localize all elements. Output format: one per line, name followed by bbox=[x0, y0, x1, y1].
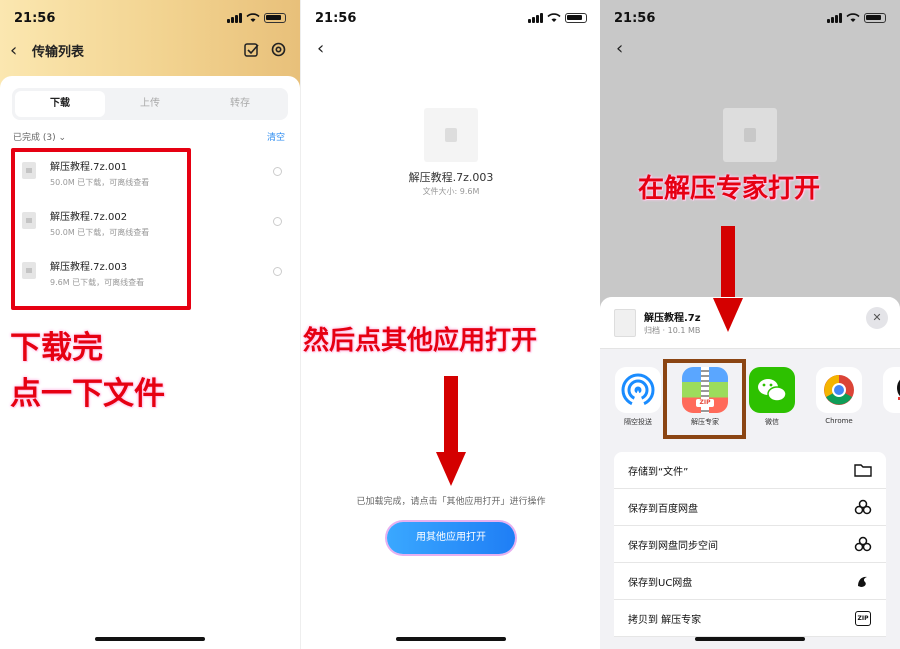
app-qq-partial[interactable] bbox=[880, 367, 900, 413]
sheet-file-meta: 归档 · 10.1 MB bbox=[644, 326, 701, 335]
status-time: 21:56 bbox=[14, 10, 56, 26]
action-list: 存储到“文件” 保存到百度网盘 保存到网盘同步空间 保存到UC网盘 拷贝到 解压… bbox=[614, 452, 886, 637]
nav-bar: ‹ 传输列表 bbox=[0, 36, 300, 64]
baidu-netdisk-icon bbox=[854, 498, 872, 516]
signal-icon bbox=[827, 13, 842, 23]
close-icon[interactable]: ✕ bbox=[866, 307, 888, 329]
app-chrome[interactable]: Chrome bbox=[813, 367, 865, 425]
app-airdrop[interactable]: 隔空投送 bbox=[612, 367, 664, 427]
home-indicator bbox=[95, 637, 205, 641]
app-row: 隔空投送 ZIP 解压专家 微信 Chrome bbox=[612, 367, 900, 437]
page-title: 传输列表 bbox=[32, 44, 85, 60]
settings-icon[interactable] bbox=[271, 42, 286, 57]
back-icon[interactable]: ‹ bbox=[10, 40, 26, 61]
file-name: 解压教程.7z.003 bbox=[408, 171, 494, 184]
transfer-list-screen: 21:56 ‹ 传输列表 下载 上传 转存 已完成 (3) ⌄ 清空 解压教程.… bbox=[0, 0, 300, 649]
checklist-icon[interactable] bbox=[244, 42, 259, 57]
signal-icon bbox=[528, 13, 543, 23]
arrow-head bbox=[713, 298, 743, 332]
annotation-text: 在解压专家打开 bbox=[638, 174, 821, 204]
battery-icon bbox=[565, 13, 587, 23]
status-time: 21:56 bbox=[315, 10, 357, 26]
tab-transfer[interactable]: 转存 bbox=[195, 91, 285, 117]
app-label: 隔空投送 bbox=[624, 418, 652, 426]
share-sheet: 解压教程.7z 归档 · 10.1 MB ✕ 隔空投送 ZIP 解压专家 微信 … bbox=[600, 297, 900, 649]
qq-icon bbox=[883, 367, 900, 413]
uc-icon bbox=[854, 572, 872, 590]
copy-to-zip-expert-action[interactable]: 拷贝到 解压专家 ZIP bbox=[614, 600, 886, 637]
annotation-text: 然后点其他应用打开 bbox=[303, 326, 538, 356]
select-radio[interactable] bbox=[273, 267, 282, 276]
home-indicator bbox=[695, 637, 805, 641]
file-thumbnail bbox=[723, 108, 777, 162]
wechat-icon bbox=[749, 367, 795, 413]
highlight-box bbox=[11, 148, 191, 310]
baidu-netdisk-icon bbox=[854, 535, 872, 553]
zip-icon: ZIP bbox=[854, 609, 872, 627]
wifi-icon bbox=[846, 13, 860, 22]
arrow-down-icon bbox=[444, 376, 458, 454]
save-to-uc-action[interactable]: 保存到UC网盘 bbox=[614, 563, 886, 600]
app-label: 微信 bbox=[765, 418, 779, 426]
arrow-down-icon bbox=[721, 226, 735, 302]
folder-icon bbox=[854, 461, 872, 479]
battery-icon bbox=[264, 13, 286, 23]
completed-label[interactable]: 已完成 (3) ⌄ bbox=[13, 130, 66, 143]
signal-icon bbox=[227, 13, 242, 23]
status-time: 21:56 bbox=[614, 10, 656, 26]
file-thumbnail bbox=[424, 108, 478, 162]
chrome-icon bbox=[816, 367, 862, 413]
save-to-sync-space-action[interactable]: 保存到网盘同步空间 bbox=[614, 526, 886, 563]
back-icon[interactable]: ‹ bbox=[616, 38, 623, 59]
wifi-icon bbox=[547, 13, 561, 22]
annotation-text: 下载完 bbox=[10, 330, 103, 366]
chevron-down-icon: ⌄ bbox=[58, 133, 67, 143]
clear-button[interactable]: 清空 bbox=[267, 130, 285, 143]
tab-download[interactable]: 下载 bbox=[15, 91, 105, 117]
open-with-other-app-button[interactable]: 用其他应用打开 bbox=[387, 522, 515, 554]
save-to-baidu-action[interactable]: 保存到百度网盘 bbox=[614, 489, 886, 526]
transfer-tabs: 下载 上传 转存 bbox=[12, 88, 288, 120]
airdrop-icon bbox=[615, 367, 661, 413]
status-bar: 21:56 bbox=[0, 0, 300, 36]
share-sheet-screen: 21:56 ‹ 在解压专家打开 解压教程.7z 归档 · 10.1 MB ✕ 隔… bbox=[600, 0, 900, 649]
select-radio[interactable] bbox=[273, 167, 282, 176]
highlight-box bbox=[663, 359, 746, 439]
app-label: Chrome bbox=[825, 417, 853, 425]
document-icon bbox=[614, 309, 636, 337]
hint-text: 已加载完成，请点击「其他应用打开」进行操作 bbox=[356, 497, 546, 507]
status-bar: 21:56 bbox=[301, 0, 600, 36]
tab-upload[interactable]: 上传 bbox=[105, 91, 195, 117]
arrow-head bbox=[436, 452, 466, 486]
file-preview-screen: 21:56 ‹ 解压教程.7z.003 文件大小: 9.6M 然后点其他应用打开… bbox=[300, 0, 600, 649]
battery-icon bbox=[864, 13, 886, 23]
app-wechat[interactable]: 微信 bbox=[746, 367, 798, 427]
wifi-icon bbox=[246, 13, 260, 22]
share-sheet-header: 解压教程.7z 归档 · 10.1 MB ✕ bbox=[600, 297, 900, 349]
file-size: 文件大小: 9.6M bbox=[422, 187, 480, 196]
sheet-file-name: 解压教程.7z bbox=[644, 313, 701, 324]
status-bar: 21:56 bbox=[600, 0, 900, 36]
annotation-text: 点一下文件 bbox=[10, 376, 165, 412]
select-radio[interactable] bbox=[273, 217, 282, 226]
completed-header: 已完成 (3) ⌄ 清空 bbox=[13, 130, 285, 143]
back-icon[interactable]: ‹ bbox=[317, 38, 324, 59]
save-to-files-action[interactable]: 存储到“文件” bbox=[614, 452, 886, 489]
home-indicator bbox=[396, 637, 506, 641]
